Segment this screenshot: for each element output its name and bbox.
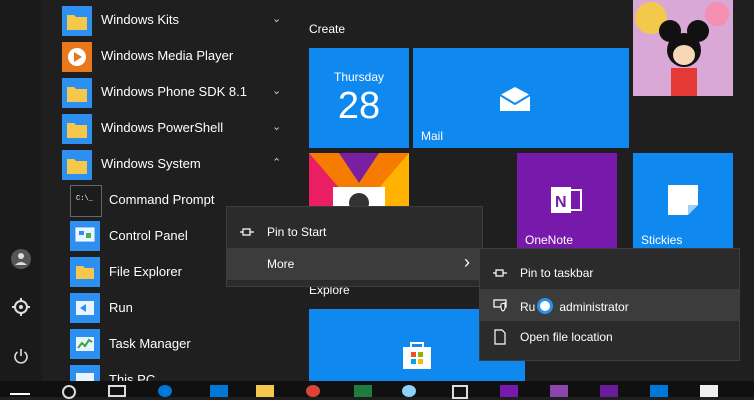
- app-windows-phone-sdk[interactable]: Windows Phone SDK 8.1 ⌄: [42, 74, 292, 110]
- context-menu: Pin to Start More ›: [226, 206, 483, 287]
- calendar-day: Thursday: [333, 70, 385, 84]
- run-as-admin-text: Ru administrator: [520, 298, 629, 314]
- media-player-icon: [62, 42, 92, 72]
- pin-icon: [493, 269, 507, 277]
- chevron-right-icon: ›: [464, 252, 470, 272]
- app-label: Windows Kits: [101, 12, 180, 27]
- task-manager-icon: [70, 329, 100, 359]
- run-as-admin-suffix: administrator: [559, 300, 629, 314]
- mail-tile[interactable]: Mail: [413, 48, 629, 148]
- svg-text:C:\_: C:\_: [76, 195, 94, 203]
- chevron-down-icon[interactable]: ⌄: [272, 12, 281, 25]
- user-icon: [11, 249, 31, 269]
- windows-start-icon[interactable]: [10, 393, 30, 395]
- group-label-create: Create: [309, 22, 346, 36]
- svg-text:N: N: [555, 194, 567, 211]
- camera-tile[interactable]: [309, 153, 409, 211]
- command-prompt-icon: C:\_: [70, 185, 102, 217]
- document-icon: [494, 329, 506, 345]
- app-label: Windows Phone SDK 8.1: [101, 84, 247, 99]
- folder-icon: [62, 150, 92, 180]
- more-submenu: Pin to taskbar Ru administrator Open file…: [479, 248, 740, 361]
- power-button[interactable]: [6, 341, 36, 371]
- menu-item-pin-to-taskbar[interactable]: Pin to taskbar: [480, 257, 739, 289]
- app-label: Run: [109, 300, 133, 315]
- mail-label: Mail: [421, 129, 444, 143]
- app-label: Task Manager: [109, 336, 191, 351]
- gear-icon: [12, 298, 30, 316]
- app-windows-system[interactable]: Windows System ⌃: [42, 146, 292, 182]
- onenote-label: OneNote: [525, 233, 574, 247]
- app-task-manager[interactable]: Task Manager: [42, 326, 292, 362]
- control-panel-icon: [70, 221, 100, 251]
- mail-icon: [499, 87, 531, 111]
- settings-button[interactable]: [6, 292, 36, 322]
- app-run[interactable]: Run: [42, 290, 292, 326]
- power-icon: [14, 349, 28, 364]
- app-label: Command Prompt: [109, 192, 215, 207]
- app-label: Control Panel: [109, 228, 188, 243]
- start-rail: [0, 0, 42, 381]
- calendar-tile[interactable]: Thursday 28: [309, 48, 409, 148]
- menu-item-label: Pin to Start: [267, 225, 327, 239]
- menu-item-label: Pin to taskbar: [520, 266, 594, 280]
- calendar-date: 28: [337, 85, 381, 127]
- edge-icon[interactable]: [158, 385, 172, 397]
- chevron-down-icon[interactable]: ⌄: [272, 84, 281, 97]
- onenote-tile[interactable]: N OneNote: [517, 153, 617, 249]
- run-icon: [70, 293, 100, 323]
- folder-icon: [62, 114, 92, 144]
- onenote-icon: N: [551, 187, 582, 213]
- menu-item-pin-to-start[interactable]: Pin to Start: [227, 216, 482, 248]
- app-label: Windows PowerShell: [101, 120, 224, 135]
- app-label: File Explorer: [109, 264, 182, 279]
- taskbar-app-icon[interactable]: [354, 385, 372, 397]
- menu-item-more[interactable]: More ›: [227, 248, 482, 280]
- disney-tile[interactable]: [633, 0, 733, 96]
- app-windows-media-player[interactable]: Windows Media Player: [42, 38, 292, 74]
- task-view-icon[interactable]: [108, 385, 126, 397]
- stickies-label: Stickies: [641, 233, 683, 247]
- folder-icon: [62, 6, 92, 36]
- app-list: Windows Kits ⌄ Windows Media Player Wind…: [42, 0, 292, 395]
- pin-icon: [240, 228, 254, 236]
- visual-studio-icon[interactable]: [550, 385, 568, 397]
- user-account-button[interactable]: [6, 244, 36, 274]
- mickey-image: [633, 0, 733, 96]
- file-explorer-icon[interactable]: [256, 385, 274, 397]
- chrome-icon[interactable]: [306, 385, 320, 397]
- run-as-admin-prefix: Ru: [520, 300, 536, 314]
- app-windows-powershell[interactable]: Windows PowerShell ⌄: [42, 110, 292, 146]
- outlook-icon[interactable]: [650, 385, 668, 397]
- sticky-note-icon: [668, 185, 698, 215]
- app-label: Windows System: [101, 156, 201, 171]
- chevron-down-icon[interactable]: ⌄: [272, 120, 281, 133]
- taskbar: [0, 381, 754, 399]
- store-icon: [403, 342, 431, 369]
- menu-item-label: More: [267, 257, 295, 271]
- visual-studio-icon[interactable]: [600, 385, 618, 397]
- taskbar-app-icon[interactable]: [210, 385, 228, 397]
- file-explorer-icon: [70, 257, 100, 287]
- camera-icon: [309, 153, 409, 211]
- app-windows-kits[interactable]: Windows Kits ⌄: [42, 2, 292, 38]
- folder-icon: [62, 78, 92, 108]
- visual-studio-icon[interactable]: [500, 385, 518, 397]
- stickies-tile[interactable]: Stickies: [633, 153, 733, 249]
- app-label: Windows Media Player: [101, 48, 234, 63]
- menu-item-open-file-location[interactable]: Open file location: [480, 321, 739, 353]
- menu-item-run-as-administrator[interactable]: Ru administrator: [480, 289, 739, 321]
- taskbar-app-icon[interactable]: [402, 385, 416, 397]
- menu-item-label: Open file location: [520, 330, 613, 344]
- chevron-up-icon[interactable]: ⌃: [272, 156, 281, 169]
- shield-icon: [493, 299, 507, 312]
- taskbar-app-icon[interactable]: [700, 385, 718, 397]
- busy-cursor-icon: [537, 298, 554, 314]
